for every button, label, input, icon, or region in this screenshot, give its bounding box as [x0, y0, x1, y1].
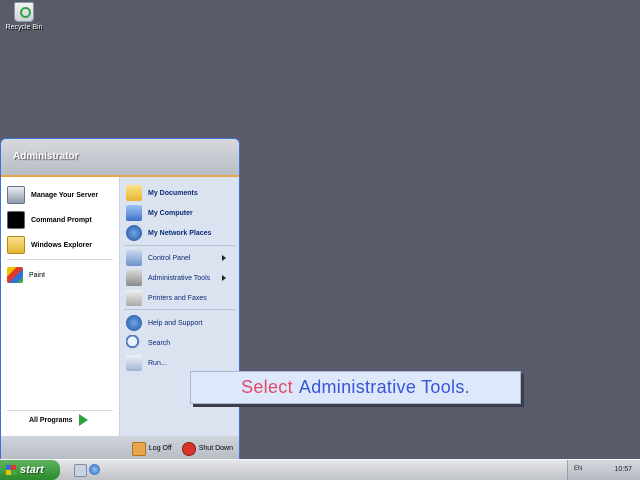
help-icon [126, 315, 142, 331]
menu-item-control-panel[interactable]: Control Panel [126, 248, 232, 268]
printer-icon [126, 290, 142, 306]
menu-item-label: My Network Places [148, 229, 212, 237]
command-prompt-icon [7, 211, 25, 229]
menu-item-command-prompt[interactable]: Command Prompt [7, 210, 92, 230]
menu-item-my-network-places[interactable]: My Network Places [126, 223, 211, 243]
quick-launch-desktop-icon[interactable] [74, 464, 87, 477]
menu-item-label: Search [148, 339, 171, 347]
start-menu: Administrator Manage Your Server Command… [0, 138, 240, 462]
windows-flag-icon [6, 465, 16, 475]
menu-item-label: Run... [148, 359, 167, 367]
search-icon [126, 335, 142, 351]
start-menu-footer: Log Off Shut Down [1, 436, 239, 461]
clock[interactable]: 10:57 [614, 466, 632, 473]
internet-explorer-icon[interactable] [89, 464, 100, 475]
all-programs-button[interactable]: All Programs [29, 414, 88, 426]
start-label: start [20, 464, 44, 476]
menu-item-my-computer[interactable]: My Computer [126, 203, 193, 223]
menu-item-search[interactable]: Search [126, 333, 170, 353]
instruction-object: Administrative Tools. [298, 377, 470, 397]
system-tray: EN 10:57 [567, 460, 640, 480]
menu-item-label: Paint [29, 271, 45, 279]
instruction-verb: Select [241, 377, 293, 397]
menu-item-label: Control Panel [148, 254, 191, 262]
folder-explorer-icon [7, 236, 25, 254]
network-places-icon [126, 225, 142, 241]
menu-item-run[interactable]: Run... [126, 353, 167, 373]
menu-item-help-and-support[interactable]: Help and Support [126, 313, 202, 333]
submenu-arrow-icon [222, 255, 226, 261]
submenu-arrow-icon [222, 275, 226, 281]
start-menu-left-pane: Manage Your Server Command Prompt Window… [1, 177, 120, 436]
menu-item-label: My Computer [148, 209, 193, 217]
green-arrow-icon [78, 414, 88, 426]
separator [124, 309, 235, 310]
documents-folder-icon [126, 185, 142, 201]
menu-item-label: Manage Your Server [31, 191, 99, 199]
paint-icon [7, 267, 23, 283]
menu-item-administrative-tools[interactable]: Administrative Tools [126, 268, 232, 288]
menu-item-label: Help and Support [148, 319, 203, 327]
menu-item-my-documents[interactable]: My Documents [126, 183, 198, 203]
taskbar: start EN 10:57 [0, 459, 640, 480]
menu-item-printers-and-faxes[interactable]: Printers and Faxes [126, 288, 207, 308]
all-programs-label: All Programs [29, 416, 73, 424]
power-icon [181, 441, 196, 456]
start-button[interactable]: start [0, 460, 60, 480]
computer-icon [126, 205, 142, 221]
recycle-bin-label: Recycle Bin [5, 24, 43, 31]
menu-item-label: Command Prompt [31, 216, 92, 224]
menu-item-label: My Documents [148, 189, 198, 197]
menu-item-paint[interactable]: Paint [7, 265, 45, 285]
menu-item-manage-your-server[interactable]: Manage Your Server [7, 185, 98, 205]
separator [7, 410, 113, 411]
administrative-tools-icon [126, 270, 142, 286]
instruction-banner: Select Administrative Tools. [190, 371, 521, 404]
server-icon [7, 186, 25, 204]
menu-item-windows-explorer[interactable]: Windows Explorer [7, 235, 92, 255]
menu-item-label: Administrative Tools [148, 274, 211, 282]
control-panel-icon [126, 250, 142, 266]
separator [124, 245, 235, 246]
log-off-icon [131, 441, 146, 456]
menu-item-label: Printers and Faxes [148, 294, 207, 302]
language-indicator[interactable]: EN [574, 466, 582, 472]
menu-item-label: Windows Explorer [31, 241, 93, 249]
shut-down-label: Shut Down [198, 445, 233, 452]
log-off-label: Log Off [148, 445, 172, 452]
run-icon [126, 355, 142, 371]
start-menu-header: Administrator [1, 139, 239, 177]
log-off-button[interactable]: Log Off [131, 441, 172, 456]
user-name: Administrator [13, 151, 79, 162]
recycle-bin-icon [14, 2, 34, 22]
shut-down-button[interactable]: Shut Down [181, 441, 233, 456]
separator [7, 259, 113, 260]
recycle-bin-desktop-icon[interactable]: Recycle Bin [4, 2, 44, 31]
